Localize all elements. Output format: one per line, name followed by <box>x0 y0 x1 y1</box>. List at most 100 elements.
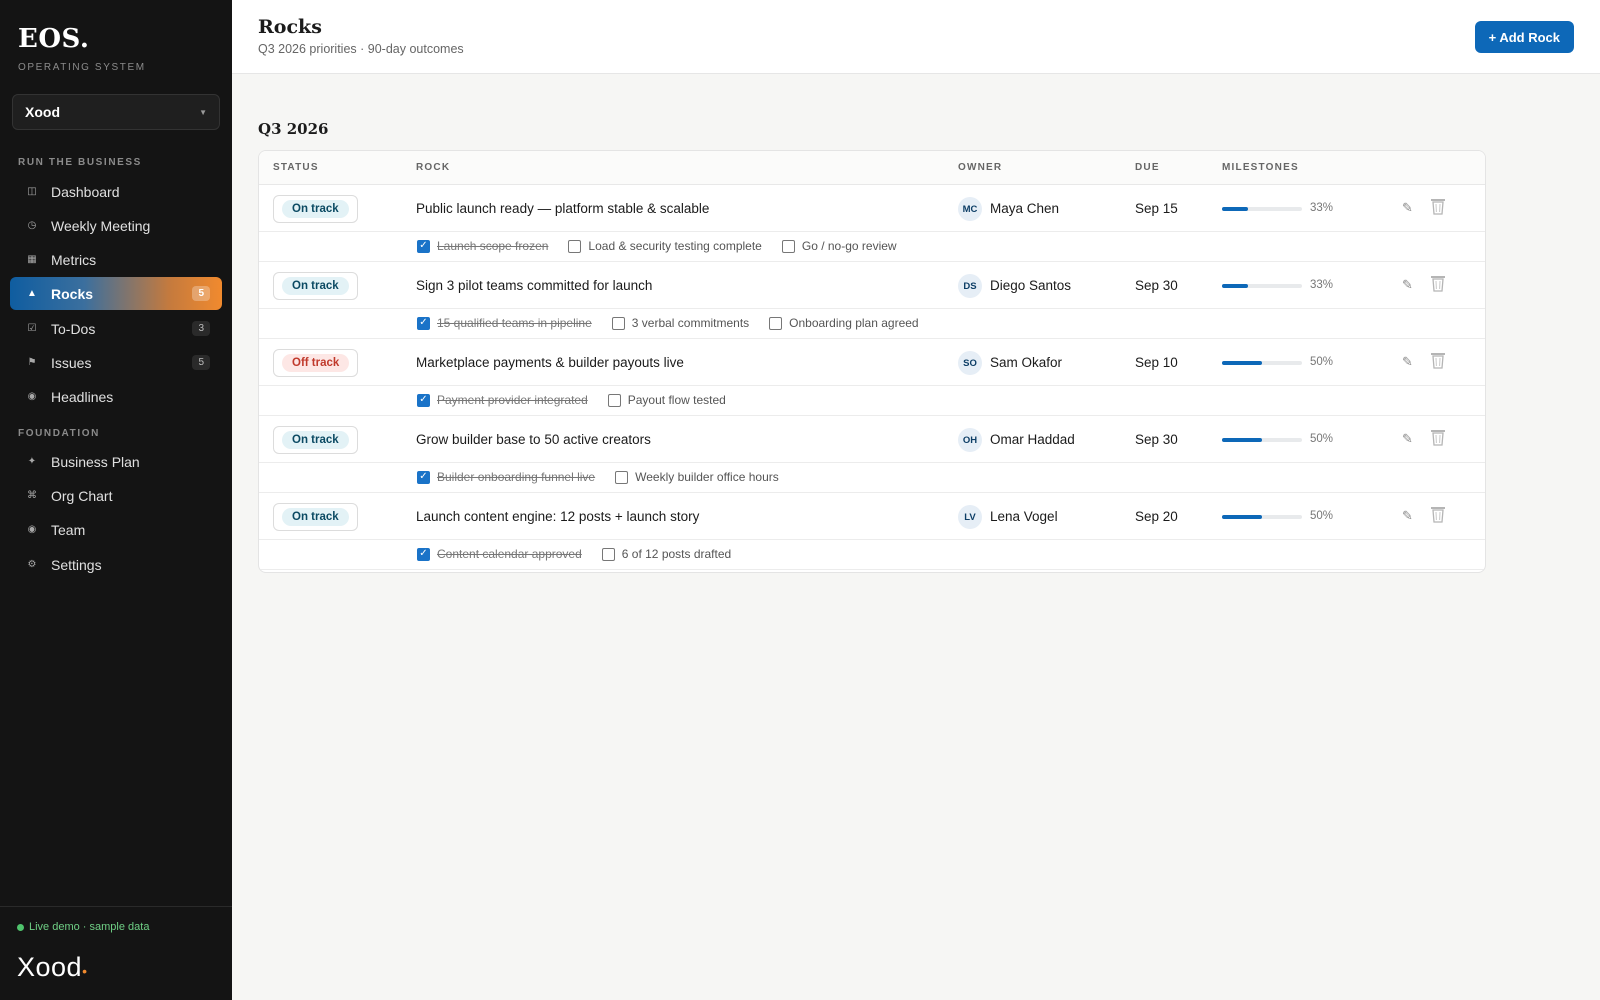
org-selector[interactable]: Xood ▼ <box>12 94 220 130</box>
mountain-icon: ▲ <box>27 288 37 299</box>
sidebar-item-issues[interactable]: ⚑ Issues 5 <box>10 346 222 379</box>
milestone-item[interactable]: Go / no-go review <box>781 239 897 253</box>
avatar: OH <box>958 428 982 452</box>
sidebar-item-team[interactable]: ◉ Team <box>10 513 222 546</box>
rock-title[interactable]: Grow builder base to 50 active creators <box>416 432 651 447</box>
gear-icon: ⚙ <box>27 559 37 570</box>
milestones-line: ✓ Builder onboarding funnel live Weekly bu… <box>259 463 1485 493</box>
milestone-item[interactable]: Onboarding plan agreed <box>769 316 919 330</box>
count-badge: 5 <box>192 355 210 370</box>
status-badge: On track <box>282 277 349 295</box>
owner-name: Sam Okafor <box>990 355 1063 370</box>
sidebar-item-label: Weekly Meeting <box>51 217 151 234</box>
sidebar-item-to-dos[interactable]: ☑ To-Dos 3 <box>10 312 222 345</box>
milestone-progress-bar <box>1222 284 1302 288</box>
table-header: STATUS ROCK OWNER DUE MILESTONES <box>259 151 1485 185</box>
progress-percent: 33% <box>1310 279 1334 291</box>
status-selector[interactable]: On track <box>273 426 358 454</box>
milestone-checkbox[interactable]: ✓ <box>417 239 430 253</box>
milestone-checkbox[interactable]: ✓ <box>417 547 430 561</box>
milestone-checkbox[interactable] <box>781 239 795 253</box>
sidebar-item-headlines[interactable]: ◉ Headlines <box>10 380 222 413</box>
milestone-checkbox[interactable]: ✓ <box>417 316 430 330</box>
status-selector[interactable]: Off track <box>273 349 359 377</box>
due-date: Sep 10 <box>1135 355 1178 370</box>
pencil-icon[interactable]: ✎ <box>1402 277 1413 293</box>
milestone-item[interactable]: ✓ Payment provider integrated <box>417 393 588 407</box>
milestone-item[interactable]: 3 verbal commitments <box>611 316 749 330</box>
sidebar-item-label: Org Chart <box>51 487 113 504</box>
clock-icon: ◷ <box>27 220 37 231</box>
sidebar-item-label: Team <box>51 521 86 538</box>
status-selector[interactable]: On track <box>273 272 358 300</box>
milestone-label: Onboarding plan agreed <box>789 316 919 330</box>
milestone-checkbox[interactable] <box>611 316 625 330</box>
milestone-item[interactable]: Load & security testing complete <box>568 239 762 253</box>
page-subtitle: Q3 2026 priorities · 90-day outcomes <box>258 42 464 56</box>
milestone-item[interactable]: ✓ Launch scope frozen <box>417 239 548 253</box>
table-row: On track Launch content engine: 12 posts … <box>259 493 1485 570</box>
live-demo-indicator: Live demo · sample data <box>17 921 149 933</box>
pencil-icon[interactable]: ✎ <box>1402 508 1413 524</box>
live-demo-label: Live demo · sample data <box>29 921 150 933</box>
sidebar-item-settings[interactable]: ⚙ Settings <box>10 548 222 581</box>
sidebar-item-rocks[interactable]: ▲ Rocks 5 <box>10 277 222 310</box>
trash-icon[interactable] <box>1430 274 1446 292</box>
column-header-due: DUE <box>1135 162 1160 173</box>
milestone-checkbox[interactable]: ✓ <box>417 470 430 484</box>
milestone-checkbox[interactable] <box>601 547 615 561</box>
milestone-checkbox[interactable] <box>615 470 629 484</box>
rock-title[interactable]: Marketplace payments & builder payouts l… <box>416 355 684 370</box>
pencil-icon[interactable]: ✎ <box>1402 354 1413 370</box>
milestone-item[interactable]: Payout flow tested <box>607 393 726 407</box>
count-badge: 5 <box>192 286 210 301</box>
star-icon: ✦ <box>27 456 37 467</box>
trash-icon[interactable] <box>1430 428 1446 446</box>
rock-title[interactable]: Public launch ready — platform stable & … <box>416 201 709 216</box>
milestone-checkbox[interactable] <box>607 393 621 407</box>
brand-subtitle: OPERATING SYSTEM <box>18 62 146 73</box>
rock-title[interactable]: Sign 3 pilot teams committed for launch <box>416 278 652 293</box>
milestone-item[interactable]: 6 of 12 posts drafted <box>601 547 731 561</box>
progress-percent: 33% <box>1310 202 1334 214</box>
status-selector[interactable]: On track <box>273 503 358 531</box>
sidebar-item-business-plan[interactable]: ✦ Business Plan <box>10 445 222 478</box>
team-icon: ◉ <box>27 524 37 535</box>
milestone-checkbox[interactable] <box>568 239 582 253</box>
rock-main-line: On track Sign 3 pilot teams committed for… <box>259 262 1485 309</box>
milestone-checkbox[interactable] <box>769 316 783 330</box>
org-chart-icon: ⌘ <box>27 490 37 501</box>
trash-icon[interactable] <box>1430 505 1446 523</box>
count-badge: 3 <box>192 321 210 336</box>
pencil-icon[interactable]: ✎ <box>1402 431 1413 447</box>
milestone-item[interactable]: ✓ Content calendar approved <box>417 547 582 561</box>
milestone-checkbox[interactable]: ✓ <box>417 393 430 407</box>
milestone-progress-bar <box>1222 361 1302 365</box>
rock-title[interactable]: Launch content engine: 12 posts + launch… <box>416 509 699 524</box>
sidebar-item-metrics[interactable]: ▦ Metrics <box>10 243 222 276</box>
rock-main-line: On track Launch content engine: 12 posts … <box>259 493 1485 540</box>
sidebar-item-label: To-Dos <box>51 320 96 337</box>
sidebar-item-weekly-meeting[interactable]: ◷ Weekly Meeting <box>10 209 222 242</box>
table-row: On track Sign 3 pilot teams committed for… <box>259 262 1485 339</box>
rock-main-line: Off track Marketplace payments & builder … <box>259 339 1485 386</box>
sidebar-item-label: Headlines <box>51 388 114 405</box>
sidebar-item-dashboard[interactable]: ◫ Dashboard <box>10 175 222 208</box>
trash-icon[interactable] <box>1430 197 1446 215</box>
milestone-progress-bar <box>1222 515 1302 519</box>
status-selector[interactable]: On track <box>273 195 358 223</box>
milestone-item[interactable]: ✓ 15 qualified teams in pipeline <box>417 316 592 330</box>
sidebar-item-label: Business Plan <box>51 453 140 470</box>
sidebar-item-org-chart[interactable]: ⌘ Org Chart <box>10 479 222 512</box>
page-title: Rocks <box>258 16 322 38</box>
quarter-heading: Q3 2026 <box>258 120 329 138</box>
add-rock-button[interactable]: + Add Rock <box>1474 21 1574 53</box>
milestone-item[interactable]: Weekly builder office hours <box>615 470 779 484</box>
milestone-item[interactable]: ✓ Builder onboarding funnel live <box>417 470 595 484</box>
milestone-list: ✓ Payment provider integrated Payout flow … <box>417 393 746 407</box>
org-selector-value: Xood <box>25 104 60 120</box>
trash-icon[interactable] <box>1430 351 1446 369</box>
due-date: Sep 20 <box>1135 509 1178 524</box>
pencil-icon[interactable]: ✎ <box>1402 200 1413 216</box>
milestone-label: Content calendar approved <box>437 547 582 561</box>
